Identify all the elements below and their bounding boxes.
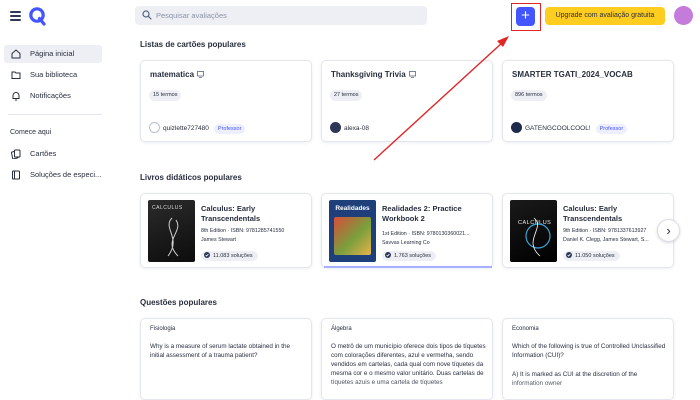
user-avatar (330, 122, 341, 133)
carousel-progress-bar (324, 266, 492, 268)
search-input[interactable] (156, 6, 416, 25)
terms-badge: 896 termos (511, 90, 547, 101)
set-title: matematica (150, 70, 204, 79)
set-title: Thanksgiving Trivia (331, 70, 416, 79)
folder-icon (11, 71, 21, 79)
screen-icon (408, 71, 416, 78)
cards-icon (11, 149, 21, 159)
username: GATENGCOOLCOOL! (525, 125, 591, 132)
search-icon (142, 10, 152, 20)
cover-title: CALCULUS (152, 205, 183, 211)
search-bar[interactable] (135, 6, 427, 25)
question-card[interactable]: Economia Which of the following is true … (502, 318, 674, 400)
teacher-badge: Professor (213, 124, 246, 134)
textbook-card[interactable]: Realidades Realidades 2: Practice Workbo… (321, 193, 493, 268)
question-subject: Economia (512, 326, 539, 332)
sidebar-section-heading: Comece aqui (10, 129, 52, 136)
upgrade-button[interactable]: Upgrade com avaliação gratuita (545, 7, 665, 25)
username: alexa-08 (344, 125, 369, 132)
set-card[interactable]: matematica 15 termos quizlette727480 Prof… (140, 60, 312, 142)
create-button[interactable]: + (516, 7, 535, 26)
sidebar: Página inicial Sua biblioteca Notificaçõ… (0, 34, 110, 400)
question-card[interactable]: Fisiologia Why is a measure of serum lac… (140, 318, 312, 400)
book-cover: CALCULUS (148, 200, 195, 262)
terms-badge: 27 termos (330, 90, 363, 101)
section-title-questions: Questões populares (140, 298, 217, 307)
set-card[interactable]: Thanksgiving Trivia 27 termos alexa-08 (321, 60, 493, 142)
solutions-badge: 11.083 soluções (201, 251, 258, 261)
home-icon (11, 49, 21, 59)
top-bar: + Upgrade com avaliação gratuita (0, 0, 700, 34)
verified-icon (566, 252, 572, 258)
sidebar-item-home[interactable]: Página inicial (4, 45, 102, 63)
sidebar-item-label: Notificações (30, 91, 71, 100)
chevron-right-icon: › (666, 223, 671, 238)
teacher-badge: Professor (595, 124, 628, 134)
sidebar-item-label: Cartões (30, 149, 57, 158)
book-title: Realidades 2: Practice Workbook 2 (382, 204, 462, 223)
sidebar-divider (8, 114, 102, 115)
set-author[interactable]: alexa-08 (330, 122, 369, 134)
highlight-box: + (511, 3, 541, 31)
textbook-card[interactable]: CALCULUS Calculus: Early Transcendentals… (502, 193, 674, 268)
book-title: Calculus: Early Transcendentals (201, 204, 261, 223)
sidebar-item-label: Sua biblioteca (30, 70, 78, 79)
set-card[interactable]: SMARTER TGATI_2024_VOCAB 896 termos GATE… (502, 60, 674, 142)
text-fade (503, 379, 673, 399)
sidebar-item-expert-solutions[interactable]: Soluções de especi... (4, 166, 102, 184)
cover-title: Realidades (335, 205, 370, 212)
sidebar-item-library[interactable]: Sua biblioteca (4, 66, 102, 84)
terms-badge: 15 termos (149, 90, 182, 101)
plus-icon: + (521, 7, 530, 24)
set-author[interactable]: quizlette727480 Professor (149, 122, 246, 134)
question-text: Which of the following is true of Contro… (512, 343, 666, 359)
book-edition: 1st Edition · ISBN: 9780130360021... (382, 231, 470, 237)
screen-icon (197, 71, 204, 78)
user-avatar (149, 122, 160, 133)
solutions-badge: 11.050 soluções (563, 251, 620, 261)
menu-icon[interactable] (10, 11, 21, 21)
book-edition: 9th Edition · ISBN: 9781337613927 (563, 228, 647, 234)
book-author: Savvas Learning Co (382, 240, 430, 246)
section-title-sets: Listas de cartões populares (140, 40, 246, 49)
question-card[interactable]: Álgebra O metrô de um município oferece … (321, 318, 493, 400)
book-author: Daniel K. Clegg, James Stewart, S... (563, 237, 649, 243)
book-cover: CALCULUS (510, 200, 557, 262)
set-author[interactable]: GATENGCOOLCOOL! Professor (511, 122, 628, 134)
section-title-books: Livros didáticos populares (140, 173, 242, 182)
question-text: Why is a measure of serum lactate obtain… (150, 343, 291, 359)
book-cover: Realidades (329, 200, 376, 262)
verified-icon (204, 252, 210, 258)
user-avatar (511, 122, 522, 133)
book-edition: 8th Edition · ISBN: 9781285741550 (201, 228, 285, 234)
text-fade (322, 379, 492, 399)
username: quizlette727480 (163, 125, 209, 132)
quizlet-logo-icon[interactable] (28, 6, 46, 26)
sidebar-item-label: Página inicial (30, 49, 75, 58)
sidebar-item-label: Soluções de especi... (30, 170, 102, 179)
carousel-next-button[interactable]: › (657, 219, 680, 242)
book-title: Calculus: Early Transcendentals (563, 204, 623, 223)
set-title: SMARTER TGATI_2024_VOCAB (512, 70, 633, 79)
bell-icon (12, 92, 20, 101)
book-icon (12, 170, 20, 180)
question-subject: Fisiologia (150, 326, 176, 332)
verified-icon (385, 252, 391, 258)
avatar[interactable] (674, 6, 693, 25)
question-subject: Álgebra (331, 326, 352, 332)
sidebar-item-flashcards[interactable]: Cartões (4, 145, 102, 163)
book-author: James Stewart (201, 237, 237, 243)
sidebar-item-notifications[interactable]: Notificações (4, 87, 102, 105)
solutions-badge: 1.763 soluções (382, 251, 436, 261)
textbook-card[interactable]: CALCULUS Calculus: Early Transcendentals… (140, 193, 312, 268)
